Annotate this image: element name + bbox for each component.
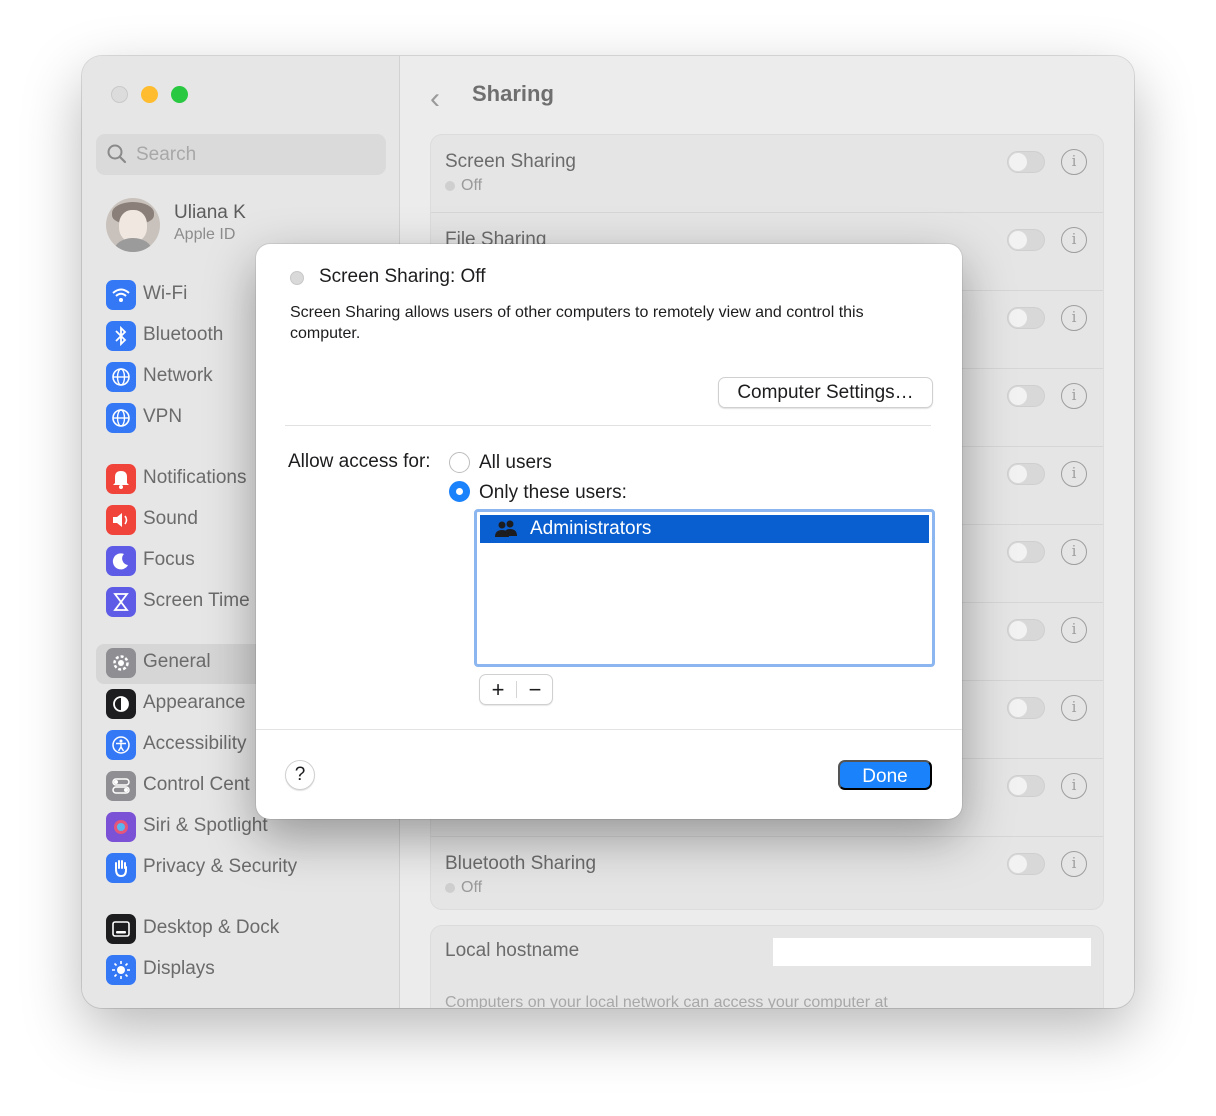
service-row-screen-sharing: Screen Sharing Off i (431, 135, 1103, 213)
vpn-globe-icon (106, 403, 136, 433)
sidebar-item-desktop-dock[interactable]: Desktop & Dock (106, 913, 396, 945)
sheet-description: Screen Sharing allows users of other com… (290, 304, 864, 342)
sidebar-item-label: Focus (143, 549, 195, 570)
minimize-window-button[interactable] (141, 86, 158, 103)
screen-sharing-sheet: Screen Sharing: Off Screen Sharing allow… (256, 244, 962, 819)
hostname-field[interactable] (773, 938, 1091, 966)
sheet-title: Screen Sharing: Off (319, 266, 486, 287)
sidebar-item-label: Screen Time (143, 590, 250, 611)
service-toggle[interactable] (1007, 619, 1045, 641)
info-icon[interactable]: i (1061, 461, 1087, 487)
avatar (106, 198, 160, 252)
bell-icon (106, 464, 136, 494)
hourglass-icon (106, 587, 136, 617)
done-button[interactable]: Done (838, 760, 932, 790)
list-item[interactable]: Administrators (480, 515, 929, 543)
sidebar-item-label: Accessibility (143, 733, 247, 754)
service-toggle[interactable] (1007, 775, 1045, 797)
status-dot-icon (445, 882, 455, 893)
speaker-icon (106, 505, 136, 535)
info-icon[interactable]: i (1061, 539, 1087, 565)
divider (256, 729, 962, 730)
service-toggle[interactable] (1007, 853, 1045, 875)
hostname-description: Computers on your local network can acce… (445, 994, 888, 1008)
add-remove-control: + − (479, 674, 553, 705)
search-icon (106, 143, 128, 170)
remove-user-button[interactable]: − (517, 675, 553, 704)
hostname-card: Local hostname Computers on your local n… (430, 925, 1104, 1008)
service-toggle[interactable] (1007, 697, 1045, 719)
help-button[interactable]: ? (285, 760, 315, 790)
service-title: Screen Sharing (445, 151, 576, 172)
dock-icon (106, 914, 136, 944)
sidebar-item-label: Sound (143, 508, 198, 529)
info-icon[interactable]: i (1061, 695, 1087, 721)
wifi-icon (106, 280, 136, 310)
sidebar-item-label: Control Cent (143, 774, 250, 795)
siri-icon (106, 812, 136, 842)
info-icon[interactable]: i (1061, 149, 1087, 175)
service-toggle[interactable] (1007, 541, 1045, 563)
sidebar-item-label: Privacy & Security (143, 856, 298, 877)
bluetooth-icon (106, 321, 136, 351)
accessibility-icon (106, 730, 136, 760)
info-icon[interactable]: i (1061, 227, 1087, 253)
allow-access-label: Allow access for: (288, 451, 431, 472)
status-dot-icon (445, 180, 455, 191)
search-placeholder: Search (136, 144, 197, 165)
add-user-button[interactable]: + (480, 675, 516, 704)
back-chevron-icon[interactable]: ‹ (430, 82, 440, 116)
profile-subtitle: Apple ID (174, 226, 236, 243)
info-icon[interactable]: i (1061, 851, 1087, 877)
info-icon[interactable]: i (1061, 617, 1087, 643)
only-these-users-radio-label[interactable]: Only these users: (479, 482, 627, 504)
all-users-radio[interactable] (449, 452, 470, 473)
search-field[interactable]: Search (96, 134, 386, 175)
users-list[interactable]: Administrators (474, 509, 935, 667)
profile-name: Uliana K (174, 202, 246, 223)
service-title: Bluetooth Sharing (445, 853, 597, 874)
all-users-radio-label[interactable]: All users (479, 452, 552, 474)
moon-icon (106, 546, 136, 576)
service-row-bluetooth-sharing: Bluetooth Sharing Off i (431, 837, 1103, 915)
divider (285, 425, 931, 426)
service-toggle[interactable] (1007, 385, 1045, 407)
globe-icon (106, 362, 136, 392)
service-toggle[interactable] (1007, 307, 1045, 329)
sidebar-item-label: Bluetooth (143, 324, 224, 345)
group-users-icon (494, 519, 518, 544)
sun-icon (106, 955, 136, 985)
hostname-label: Local hostname (445, 940, 580, 961)
close-window-button[interactable] (111, 86, 128, 103)
service-status: Off (445, 177, 482, 195)
sidebar-item-label: Notifications (143, 467, 247, 488)
info-icon[interactable]: i (1061, 305, 1087, 331)
user-name: Administrators (530, 518, 652, 539)
sidebar-item-label: Appearance (143, 692, 246, 713)
info-icon[interactable]: i (1061, 383, 1087, 409)
sidebar-item-label: Network (143, 365, 213, 386)
info-icon[interactable]: i (1061, 773, 1087, 799)
sidebar-item-label: Desktop & Dock (143, 917, 280, 938)
only-these-users-radio[interactable] (449, 481, 470, 502)
gear-icon (106, 648, 136, 678)
zoom-window-button[interactable] (171, 86, 188, 103)
hand-icon (106, 853, 136, 883)
service-status: Off (445, 879, 482, 897)
status-dot-icon (290, 271, 304, 285)
sidebar-item-privacy-security[interactable]: Privacy & Security (106, 852, 396, 884)
control-center-icon (106, 771, 136, 801)
service-toggle[interactable] (1007, 463, 1045, 485)
sidebar-item-label: General (143, 651, 211, 672)
sidebar-item-displays[interactable]: Displays (106, 954, 396, 986)
sidebar-item-label: Siri & Spotlight (143, 815, 268, 836)
computer-settings-button[interactable]: Computer Settings… (718, 377, 933, 408)
service-toggle[interactable] (1007, 151, 1045, 173)
sidebar-item-label: VPN (143, 406, 183, 427)
appearance-icon (106, 689, 136, 719)
sidebar-item-label: Wi-Fi (143, 283, 188, 304)
service-toggle[interactable] (1007, 229, 1045, 251)
page-title: Sharing (472, 81, 554, 106)
sidebar-item-label: Displays (143, 958, 215, 979)
